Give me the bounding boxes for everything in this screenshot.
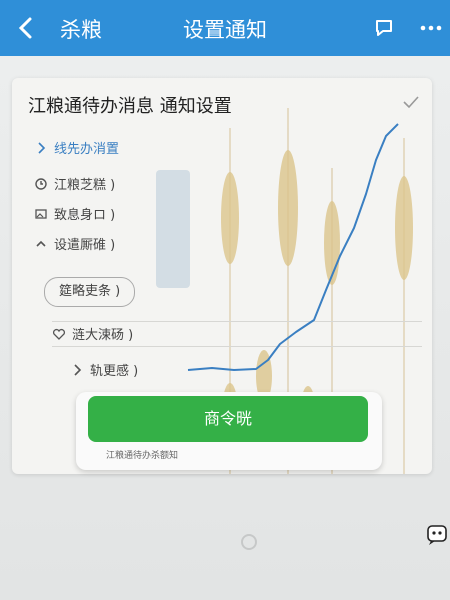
confirm-button[interactable]: 商令晄 <box>88 396 368 442</box>
chat-bubble-icon[interactable] <box>372 16 396 40</box>
button-caption: 江粮通待办杀额知 <box>106 451 179 461</box>
assistant-icon[interactable] <box>426 522 448 546</box>
more-icon[interactable] <box>418 16 444 40</box>
faint-glyph-icon <box>241 534 257 550</box>
header-bar: 杀粮 设置通知 <box>0 0 450 56</box>
action-panel: 商令晄 江粮通待办杀额知 <box>76 392 382 470</box>
